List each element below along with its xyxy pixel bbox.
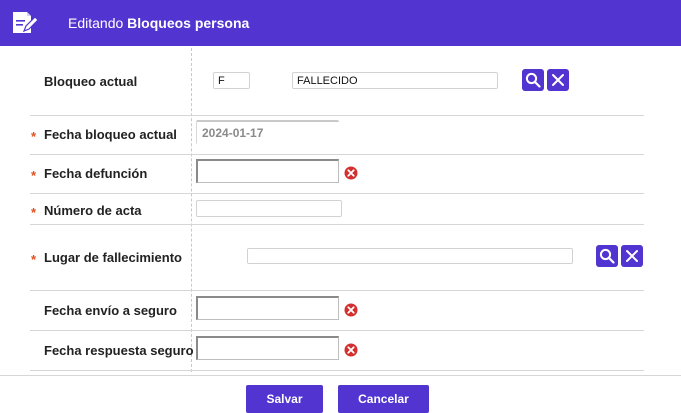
row-separator xyxy=(30,330,644,331)
required-marker: * xyxy=(31,252,37,267)
fecha-defuncion-label: Fecha defunción xyxy=(44,166,148,181)
fecha-envio-seguro-label: Fecha envío a seguro xyxy=(44,303,177,318)
numero-acta-field[interactable] xyxy=(196,200,342,217)
required-marker: * xyxy=(31,168,37,183)
bloqueo-clear-button[interactable] xyxy=(547,69,569,91)
column-divider xyxy=(191,48,192,372)
footer-separator xyxy=(0,375,681,376)
dialog-title-prefix: Editando xyxy=(68,15,124,31)
row-separator xyxy=(30,115,644,116)
lugar-fallecimiento-label: Lugar de fallecimiento xyxy=(44,250,182,265)
fecha-defuncion-field[interactable] xyxy=(196,159,339,183)
fecha-respuesta-seguro-label: Fecha respuesta seguro xyxy=(44,343,194,358)
row-separator xyxy=(30,224,644,225)
close-icon xyxy=(626,250,638,262)
dialog-title: Editando Bloqueos persona xyxy=(68,15,249,31)
fecha-bloqueo-actual-label: Fecha bloqueo actual xyxy=(44,127,177,142)
fecha-respuesta-seguro-clear-icon[interactable] xyxy=(344,343,358,357)
fecha-bloqueo-actual-value: 2024-01-17 xyxy=(196,120,339,144)
row-separator xyxy=(30,154,644,155)
lugar-clear-button[interactable] xyxy=(621,245,643,267)
fecha-envio-seguro-field[interactable] xyxy=(196,296,339,320)
save-button[interactable]: Salvar xyxy=(246,385,323,413)
search-icon xyxy=(599,248,615,264)
cancel-button[interactable]: Cancelar xyxy=(338,385,429,413)
fecha-respuesta-seguro-field[interactable] xyxy=(196,336,339,360)
search-icon xyxy=(525,72,541,88)
row-separator xyxy=(30,193,644,194)
dialog-header: Editando Bloqueos persona xyxy=(0,0,681,46)
dialog-title-entity: Bloqueos persona xyxy=(127,15,250,31)
row-separator xyxy=(30,290,644,291)
required-marker: * xyxy=(31,129,37,144)
close-icon xyxy=(552,74,564,86)
numero-acta-label: Número de acta xyxy=(44,203,142,218)
bloqueo-code-field[interactable] xyxy=(213,72,250,89)
bloqueo-description-field[interactable] xyxy=(292,72,498,89)
bloqueo-search-button[interactable] xyxy=(522,69,544,91)
row-separator xyxy=(30,370,644,371)
bloqueo-actual-label: Bloqueo actual xyxy=(44,74,138,89)
edit-document-icon xyxy=(10,9,40,37)
lugar-fallecimiento-field[interactable] xyxy=(247,248,573,264)
fecha-defuncion-clear-icon[interactable] xyxy=(344,166,358,180)
required-marker: * xyxy=(31,205,37,220)
fecha-envio-seguro-clear-icon[interactable] xyxy=(344,303,358,317)
lugar-search-button[interactable] xyxy=(596,245,618,267)
